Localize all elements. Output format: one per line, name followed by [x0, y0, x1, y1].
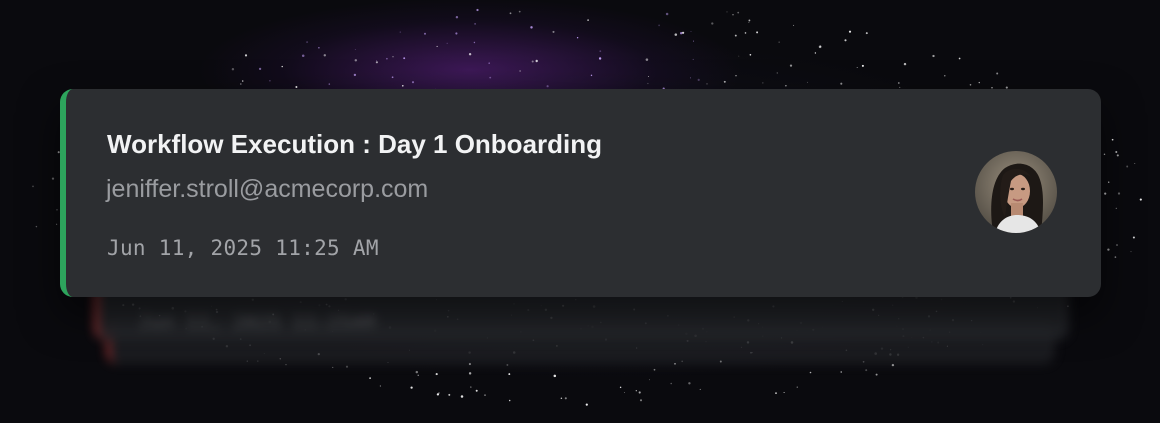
notification-timestamp: Jun 11, 2025 11:25 AM — [107, 236, 379, 260]
notification-email: jeniffer.stroll@acmecorp.com — [106, 175, 429, 203]
user-avatar-icon — [975, 151, 1057, 233]
stacked-card-timestamp: Jun 11, 2025 11:25AM — [139, 312, 376, 333]
avatar[interactable] — [975, 151, 1057, 233]
notification-stage: Jun 11, 2025 11:25AM Workflow Execution … — [0, 0, 1160, 423]
notification-title: Workflow Execution : Day 1 Onboarding — [107, 129, 603, 159]
workflow-notification-card[interactable]: Workflow Execution : Day 1 Onboarding je… — [60, 89, 1101, 297]
